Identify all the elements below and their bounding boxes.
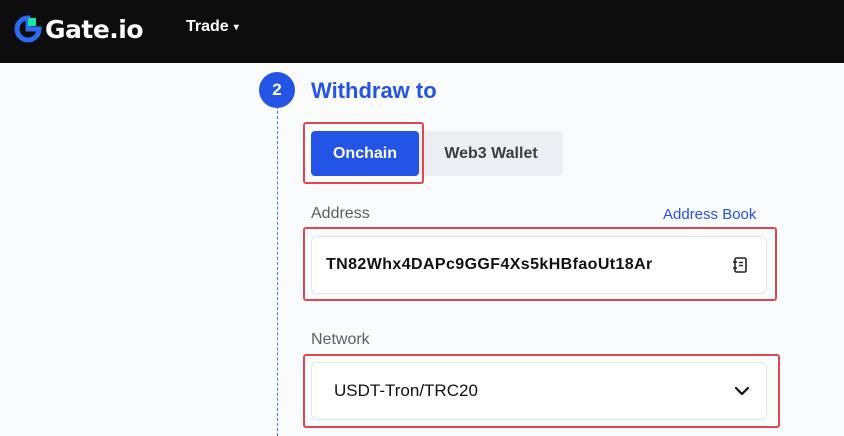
- nav-trade-label: Trade: [186, 18, 229, 35]
- gate-logo-icon: [14, 15, 42, 43]
- address-book-icon[interactable]: [730, 255, 750, 275]
- withdraw-method-tabs: Onchain Web3 Wallet: [311, 131, 563, 176]
- network-label: Network: [311, 331, 370, 348]
- address-input[interactable]: [326, 237, 680, 293]
- caret-down-icon: ▾: [233, 21, 239, 33]
- nav-trade-menu[interactable]: Trade ▾: [186, 18, 239, 36]
- gate-logo[interactable]: Gate.io: [14, 13, 144, 45]
- tab-onchain[interactable]: Onchain: [311, 131, 419, 176]
- address-book-link[interactable]: Address Book: [663, 206, 756, 223]
- section-title: Withdraw to: [311, 78, 437, 103]
- network-selected-value: USDT-Tron/TRC20: [334, 381, 478, 400]
- address-label: Address: [311, 205, 370, 222]
- chevron-down-icon[interactable]: [732, 381, 752, 401]
- top-bar: Gate.io Trade ▾: [0, 0, 844, 63]
- brand-name: Gate.io: [45, 14, 144, 44]
- tab-web3-wallet[interactable]: Web3 Wallet: [419, 131, 563, 176]
- address-field: [311, 236, 767, 294]
- network-select[interactable]: USDT-Tron/TRC20: [311, 362, 767, 420]
- step-number-badge: 2: [259, 72, 295, 108]
- step-connector-line: [277, 106, 278, 436]
